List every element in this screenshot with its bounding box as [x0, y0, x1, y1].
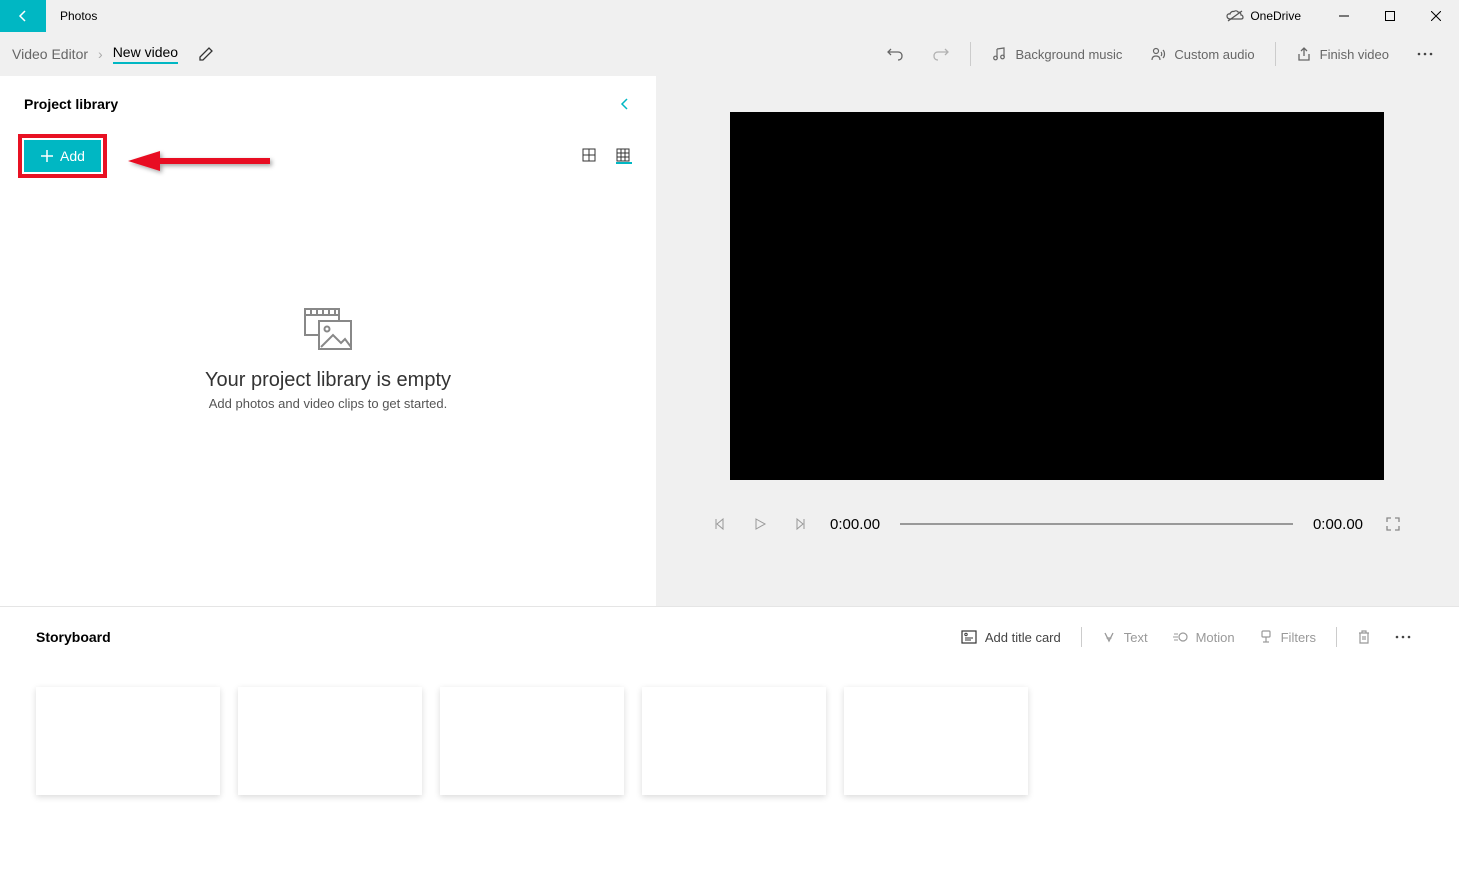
play-icon: [753, 517, 767, 531]
library-empty-state: Your project library is empty Add photos…: [24, 132, 632, 586]
video-preview-canvas: [730, 112, 1384, 480]
previous-frame-button[interactable]: [710, 514, 730, 534]
storyboard-more-button[interactable]: [1383, 635, 1423, 639]
pencil-icon: [198, 46, 214, 62]
step-back-icon: [713, 517, 727, 531]
motion-icon: [1172, 630, 1188, 644]
fullscreen-button[interactable]: [1383, 514, 1403, 534]
empty-title: Your project library is empty: [205, 369, 451, 392]
ellipsis-icon: [1417, 52, 1433, 56]
music-note-icon: [991, 46, 1007, 62]
back-button[interactable]: [0, 0, 46, 32]
finish-video-button[interactable]: Finish video: [1282, 32, 1403, 76]
chevron-left-icon: [618, 97, 632, 111]
person-audio-icon: [1150, 46, 1166, 62]
filters-label: Filters: [1281, 630, 1316, 645]
total-time: 0:00.00: [1313, 516, 1363, 533]
custom-audio-label: Custom audio: [1174, 47, 1254, 62]
cloud-off-icon: [1226, 10, 1244, 22]
next-frame-button[interactable]: [790, 514, 810, 534]
add-button[interactable]: Add: [24, 140, 101, 172]
empty-subtitle: Add photos and video clips to get starte…: [209, 396, 448, 411]
undo-icon: [886, 45, 904, 63]
text-icon: [1102, 630, 1116, 644]
storyboard-title: Storyboard: [36, 629, 111, 645]
edit-name-button[interactable]: [198, 46, 214, 62]
redo-icon: [932, 45, 950, 63]
title-card-icon: [961, 630, 977, 644]
close-icon: [1431, 11, 1441, 21]
fullscreen-icon: [1385, 516, 1401, 532]
undo-button[interactable]: [872, 32, 918, 76]
onedrive-status[interactable]: OneDrive: [1226, 9, 1301, 23]
maximize-button[interactable]: [1367, 0, 1413, 32]
onedrive-label: OneDrive: [1250, 9, 1301, 23]
filters-button[interactable]: Filters: [1247, 630, 1328, 645]
collapse-library-button[interactable]: [618, 97, 632, 111]
maximize-icon: [1385, 11, 1395, 21]
seek-bar[interactable]: [900, 523, 1293, 525]
background-music-button[interactable]: Background music: [977, 32, 1136, 76]
playback-controls: 0:00.00 0:00.00: [702, 514, 1411, 534]
step-forward-icon: [793, 517, 807, 531]
toolbar: Video Editor › New video Background musi…: [0, 32, 1459, 76]
text-button[interactable]: Text: [1090, 630, 1160, 645]
current-time: 0:00.00: [830, 516, 880, 533]
finish-video-label: Finish video: [1320, 47, 1389, 62]
delete-button[interactable]: [1345, 629, 1383, 645]
toolbar-more-button[interactable]: [1403, 32, 1447, 76]
custom-audio-button[interactable]: Custom audio: [1136, 32, 1268, 76]
app-title: Photos: [60, 9, 97, 23]
storyboard-slot[interactable]: [440, 687, 624, 795]
titlebar: Photos OneDrive: [0, 0, 1459, 32]
storyboard-slots: [36, 687, 1423, 795]
breadcrumb-current[interactable]: New video: [113, 44, 178, 64]
storyboard-slot[interactable]: [238, 687, 422, 795]
breadcrumb: Video Editor › New video: [12, 44, 178, 64]
breadcrumb-root[interactable]: Video Editor: [12, 46, 88, 62]
storyboard-slot[interactable]: [36, 687, 220, 795]
motion-button[interactable]: Motion: [1160, 630, 1247, 645]
chevron-right-icon: ›: [98, 46, 103, 62]
storyboard-panel: Storyboard Add title card Text Motion Fi…: [0, 606, 1459, 886]
add-title-card-button[interactable]: Add title card: [949, 630, 1073, 645]
storyboard-slot[interactable]: [844, 687, 1028, 795]
play-button[interactable]: [750, 514, 770, 534]
add-title-card-label: Add title card: [985, 630, 1061, 645]
empty-library-icon: [303, 307, 353, 351]
preview-panel: 0:00.00 0:00.00: [656, 76, 1459, 606]
trash-icon: [1357, 629, 1371, 645]
text-label: Text: [1124, 630, 1148, 645]
library-title: Project library: [24, 96, 118, 112]
ellipsis-icon: [1395, 635, 1411, 639]
main-area: Project library Add: [0, 76, 1459, 606]
background-music-label: Background music: [1015, 47, 1122, 62]
minimize-icon: [1339, 11, 1349, 21]
plus-icon: [40, 149, 54, 163]
project-library-panel: Project library Add: [0, 76, 656, 606]
motion-label: Motion: [1196, 630, 1235, 645]
filters-icon: [1259, 630, 1273, 644]
arrow-left-icon: [15, 8, 31, 24]
storyboard-slot[interactable]: [642, 687, 826, 795]
minimize-button[interactable]: [1321, 0, 1367, 32]
redo-button[interactable]: [918, 32, 964, 76]
export-icon: [1296, 46, 1312, 62]
add-button-label: Add: [60, 148, 85, 164]
close-button[interactable]: [1413, 0, 1459, 32]
